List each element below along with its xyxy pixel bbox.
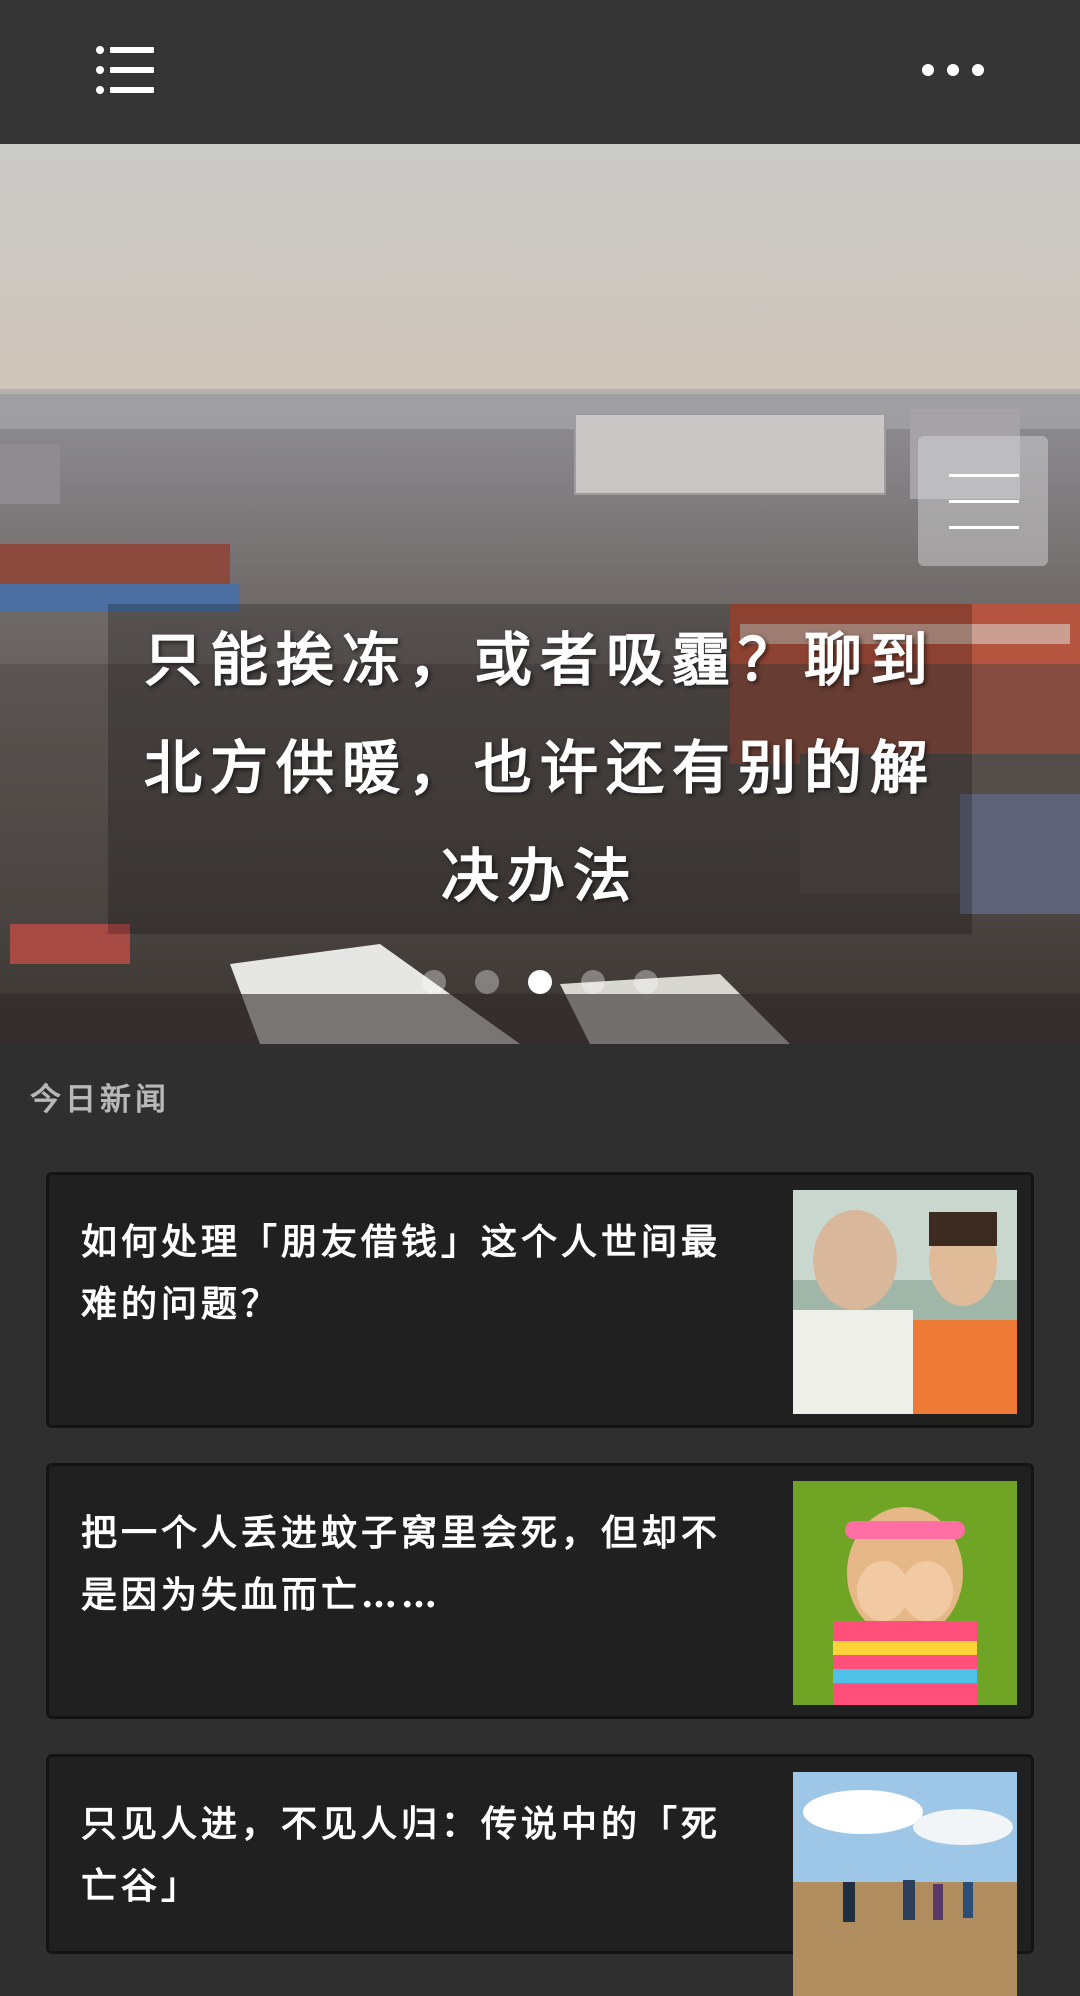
news-card[interactable]: 把一个人丢进蚊子窝里会死，但却不是因为失血而亡…… xyxy=(46,1463,1034,1719)
news-title[interactable]: 只见人进，不见人归：传说中的「死亡谷」 xyxy=(81,1793,741,1917)
top-bar xyxy=(0,0,1080,144)
hamburger-icon[interactable] xyxy=(918,436,1048,566)
news-title[interactable]: 如何处理「朋友借钱」这个人世间最难的问题？ xyxy=(81,1211,741,1335)
carousel-dot[interactable] xyxy=(422,970,446,994)
hero-title[interactable]: 只能挨冻，或者吸霾？聊到北方供暖，也许还有别的解决办法 xyxy=(130,606,950,930)
section-title: 今日新闻 xyxy=(30,1082,170,1118)
news-title[interactable]: 把一个人丢进蚊子窝里会死，但却不是因为失血而亡…… xyxy=(81,1502,741,1626)
carousel-dot[interactable] xyxy=(581,970,605,994)
news-card[interactable]: 只见人进，不见人归：传说中的「死亡谷」 xyxy=(46,1754,1034,1996)
carousel-dot[interactable] xyxy=(634,970,658,994)
more-horizontal-icon[interactable] xyxy=(918,40,988,100)
news-card[interactable]: 如何处理「朋友借钱」这个人世间最难的问题？ xyxy=(46,1172,1034,1428)
carousel-dot-active[interactable] xyxy=(528,970,552,994)
carousel-indicator xyxy=(0,970,1080,996)
couple-photo[interactable] xyxy=(793,1190,1017,1414)
hikers-photo[interactable] xyxy=(793,1772,1017,1996)
carousel-dot[interactable] xyxy=(475,970,499,994)
list-icon[interactable] xyxy=(92,40,162,100)
hero-carousel[interactable]: 只能挨冻，或者吸霾？聊到北方供暖，也许还有别的解决办法 xyxy=(0,144,1080,1044)
girl-covering-eyes-photo[interactable] xyxy=(793,1481,1017,1705)
